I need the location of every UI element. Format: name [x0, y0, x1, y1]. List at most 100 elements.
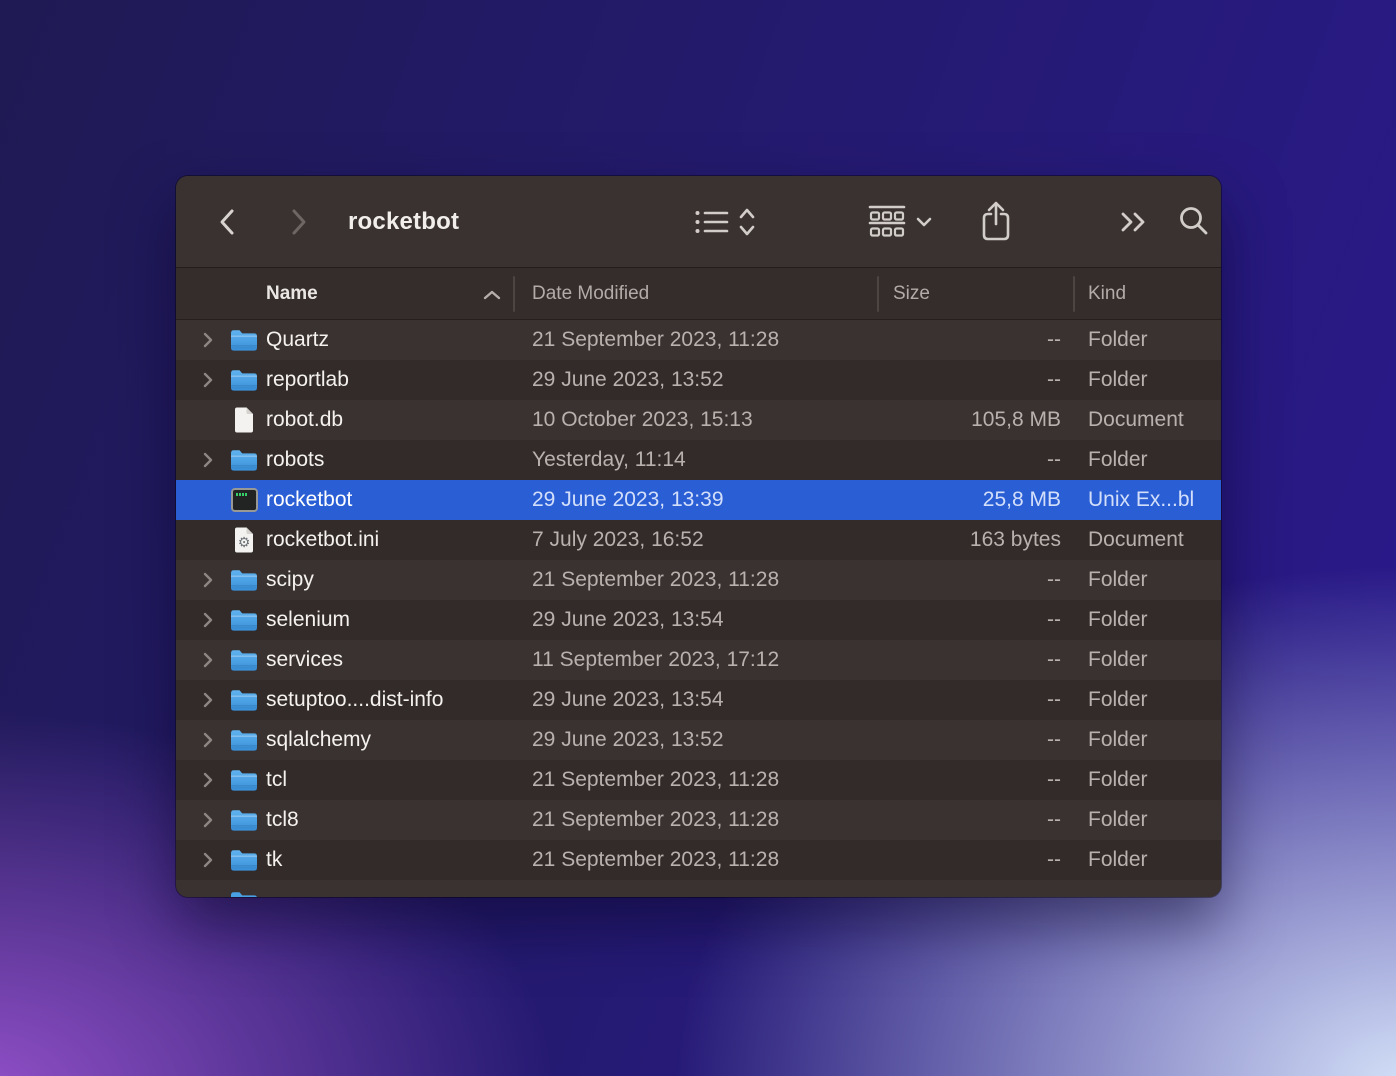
file-row[interactable]: selenium 29 June 2023, 13:54 -- Folder [176, 600, 1221, 640]
disclosure-chevron-icon[interactable] [202, 331, 214, 349]
disclosure-chevron-icon[interactable] [202, 571, 214, 589]
file-row[interactable]: robots Yesterday, 11:14 -- Folder [176, 440, 1221, 480]
svg-text:⚙: ⚙ [238, 535, 251, 551]
file-size: -- [1047, 608, 1061, 631]
file-date-modified: 7 July 2023, 16:52 [532, 528, 704, 551]
disclosure-chevron-icon[interactable] [202, 771, 214, 789]
folder-icon [231, 570, 257, 591]
file-row[interactable]: tcl8 21 September 2023, 11:28 -- Folder [176, 800, 1221, 840]
file-name: selenium [266, 608, 351, 631]
file-row[interactable]: rocketbot 29 June 2023, 13:39 25,8 MB Un… [176, 480, 1221, 520]
file-row[interactable]: robot.db 10 October 2023, 15:13 105,8 MB… [176, 400, 1221, 440]
file-row[interactable]: Quartz 21 September 2023, 11:28 -- Folde… [176, 320, 1221, 360]
column-header-size[interactable]: Size [893, 268, 930, 320]
desktop-background: { "colors": { "selection_blue": "#2a5ed4… [0, 0, 1396, 1076]
unix-executable-icon [230, 488, 258, 512]
file-kind: Folder [1088, 608, 1148, 631]
file-date-modified: 11 September 2023, 17:12 [532, 648, 780, 671]
finder-window: rocketbot Name Date Modified Size Kind Q… [176, 176, 1221, 897]
toolbar: rocketbot [176, 176, 1221, 268]
disclosure-chevron-icon[interactable] [202, 731, 214, 749]
column-divider[interactable] [1073, 276, 1075, 312]
folder-icon [231, 730, 257, 751]
file-date-modified: 29 June 2023, 13:52 [532, 728, 724, 751]
file-name: reportlab [266, 368, 349, 391]
column-header-name[interactable]: Name [266, 268, 318, 320]
file-kind: Folder [1088, 328, 1148, 351]
file-row[interactable]: services 11 September 2023, 17:12 -- Fol… [176, 640, 1221, 680]
file-name: setuptoo....dist-info [266, 688, 444, 711]
disclosure-chevron-icon[interactable] [202, 651, 214, 669]
chevron-right-icon [292, 209, 306, 235]
disclosure-chevron-icon[interactable] [202, 611, 214, 629]
file-name: Quartz [266, 328, 330, 351]
file-date-modified: 21 September 2023, 11:28 [532, 568, 780, 591]
file-row[interactable]: setuptoo....dist-info 29 June 2023, 13:5… [176, 680, 1221, 720]
list-column-header: Name Date Modified Size Kind [176, 268, 1221, 320]
file-row[interactable]: reportlab 29 June 2023, 13:52 -- Folder [176, 360, 1221, 400]
group-by-button[interactable] [860, 202, 940, 242]
file-date-modified: 10 October 2023, 15:13 [532, 408, 753, 431]
forward-button[interactable] [286, 207, 312, 237]
file-date-modified: 21 September 2023, 11:28 [532, 328, 780, 351]
partially-visible-row[interactable] [176, 880, 1221, 897]
file-name: tcl8 [266, 808, 299, 831]
file-row[interactable]: tcl 21 September 2023, 11:28 -- Folder [176, 760, 1221, 800]
disclosure-chevron-icon[interactable] [202, 691, 214, 709]
back-button[interactable] [214, 207, 240, 237]
disclosure-chevron-icon[interactable] [202, 451, 214, 469]
file-kind: Folder [1088, 848, 1148, 871]
disclosure-chevron-icon[interactable] [202, 371, 214, 389]
share-button[interactable] [976, 198, 1016, 246]
view-mode-button[interactable] [684, 202, 766, 242]
file-size: -- [1047, 768, 1061, 791]
file-kind: Folder [1088, 448, 1148, 471]
file-name: robots [266, 448, 325, 471]
folder-icon [231, 610, 257, 631]
file-size: -- [1047, 568, 1061, 591]
file-size: -- [1047, 848, 1061, 871]
disclosure-chevron-icon[interactable] [202, 811, 214, 829]
file-row[interactable]: tk 21 September 2023, 11:28 -- Folder [176, 840, 1221, 880]
file-kind: Unix Ex...bl [1088, 488, 1195, 511]
file-row[interactable]: scipy 21 September 2023, 11:28 -- Folder [176, 560, 1221, 600]
file-size: 105,8 MB [971, 408, 1061, 431]
double-chevron-right-icon [1121, 212, 1145, 232]
file-kind: Folder [1088, 768, 1148, 791]
folder-icon [231, 690, 257, 711]
file-size: -- [1047, 328, 1061, 351]
disclosure-chevron-icon[interactable] [202, 851, 214, 869]
folder-icon [231, 810, 257, 831]
column-header-kind[interactable]: Kind [1088, 268, 1126, 320]
file-name: tcl [266, 768, 287, 791]
window-title: rocketbot [348, 208, 460, 235]
file-date-modified: 29 June 2023, 13:39 [532, 488, 724, 511]
file-size: -- [1047, 728, 1061, 751]
sort-ascending-icon [483, 290, 501, 300]
chevron-left-icon [220, 209, 234, 235]
file-row[interactable]: ⚙ rocketbot.ini 7 July 2023, 16:52 163 b… [176, 520, 1221, 560]
file-date-modified: Yesterday, 11:14 [532, 448, 686, 471]
column-header-date-modified[interactable]: Date Modified [532, 268, 649, 320]
file-size: -- [1047, 808, 1061, 831]
file-date-modified: 21 September 2023, 11:28 [532, 808, 780, 831]
file-kind: Folder [1088, 688, 1148, 711]
file-date-modified: 21 September 2023, 11:28 [532, 848, 780, 871]
folder-icon [231, 370, 257, 391]
file-list: Quartz 21 September 2023, 11:28 -- Folde… [176, 320, 1221, 880]
column-divider[interactable] [513, 276, 515, 312]
file-name: tk [266, 848, 283, 871]
settings-document-icon: ⚙ [235, 527, 253, 553]
chevrons-up-down-icon [739, 208, 755, 236]
file-kind: Folder [1088, 728, 1148, 751]
document-icon [235, 407, 253, 433]
more-toolbar-items-button[interactable] [1118, 207, 1150, 237]
column-divider[interactable] [877, 276, 879, 312]
file-date-modified: 21 September 2023, 11:28 [532, 768, 780, 791]
file-kind: Folder [1088, 808, 1148, 831]
folder-icon [231, 850, 257, 871]
file-kind: Folder [1088, 368, 1148, 391]
file-row[interactable]: sqlalchemy 29 June 2023, 13:52 -- Folder [176, 720, 1221, 760]
file-date-modified: 29 June 2023, 13:54 [532, 688, 724, 711]
search-button[interactable] [1176, 201, 1212, 241]
